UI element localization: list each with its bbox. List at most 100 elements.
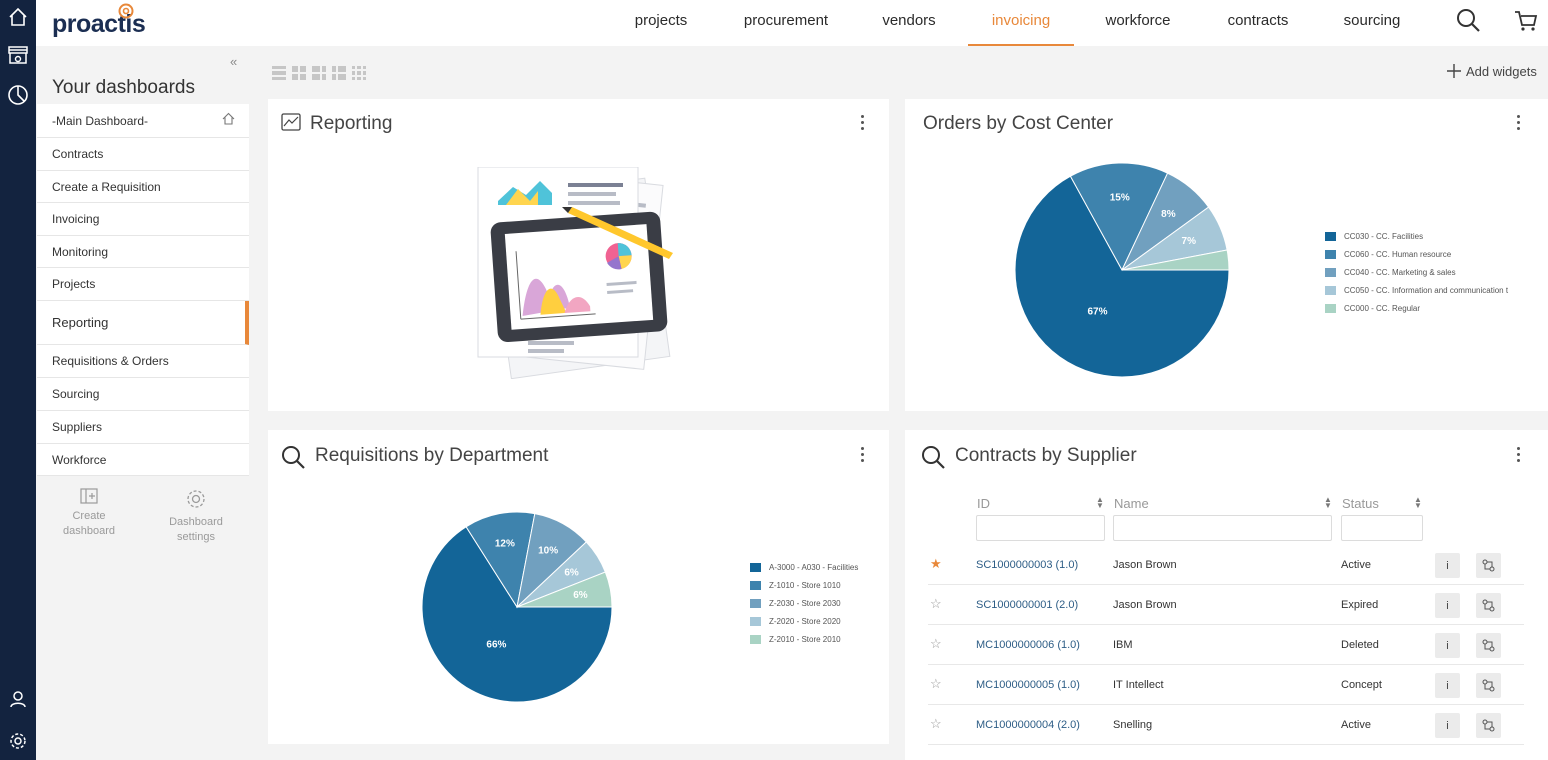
layout-wide-right-icon[interactable] xyxy=(332,66,346,80)
sidebar-item-label: Contracts xyxy=(52,147,104,161)
table-row[interactable]: ☆ MC1000000006 (1.0) IBM Deleted i xyxy=(928,625,1524,665)
workflow-button[interactable] xyxy=(1476,713,1501,738)
cart-icon[interactable] xyxy=(1513,8,1539,34)
nav-invoicing[interactable]: invoicing xyxy=(976,0,1066,46)
contract-id-link[interactable]: MC1000000005 (1.0) xyxy=(976,679,1080,691)
legend-item[interactable]: CC060 - CC. Human resource xyxy=(1325,245,1508,263)
legend-item[interactable]: CC050 - CC. Information and communicatio… xyxy=(1325,281,1508,299)
workflow-button[interactable] xyxy=(1476,593,1501,618)
contract-id-link[interactable]: SC1000000001 (2.0) xyxy=(976,599,1078,611)
legend-swatch xyxy=(750,616,761,626)
legend-item[interactable]: CC000 - CC. Regular xyxy=(1325,299,1508,317)
workflow-button[interactable] xyxy=(1476,673,1501,698)
kebab-menu-icon[interactable] xyxy=(861,447,865,465)
info-button[interactable]: i xyxy=(1435,713,1460,738)
kebab-menu-icon[interactable] xyxy=(861,115,865,133)
legend-item[interactable]: Z-1010 - Store 1010 xyxy=(750,576,858,594)
sidebar-item-invoicing[interactable]: Invoicing xyxy=(37,203,249,236)
column-header-id[interactable]: ID xyxy=(977,496,990,511)
table-row[interactable]: ★ SC1000000003 (1.0) Jason Brown Active … xyxy=(928,545,1524,585)
sidebar-item-contracts[interactable]: Contracts xyxy=(37,138,249,171)
sort-name-icon[interactable]: ▲ ▼ xyxy=(1324,496,1332,510)
legend-item[interactable]: Z-2010 - Store 2010 xyxy=(750,630,858,648)
filter-status-input[interactable] xyxy=(1341,515,1423,541)
nav-sourcing[interactable]: sourcing xyxy=(1332,0,1412,46)
sidebar-item-create-requisition[interactable]: Create a Requisition xyxy=(37,171,249,203)
legend-item[interactable]: CC040 - CC. Marketing & sales xyxy=(1325,263,1508,281)
contract-id-link[interactable]: SC1000000003 (1.0) xyxy=(976,559,1078,571)
workflow-icon xyxy=(1482,599,1495,612)
sort-id-icon[interactable]: ▲ ▼ xyxy=(1096,496,1104,510)
favorite-star-icon[interactable]: ★ xyxy=(930,557,942,570)
legend-item[interactable]: Z-2030 - Store 2030 xyxy=(750,594,858,612)
sidebar-item-label: Create a Requisition xyxy=(52,179,161,194)
user-icon[interactable] xyxy=(5,686,31,712)
pie-chart-icon[interactable] xyxy=(5,82,31,108)
layout-wide-left-icon[interactable] xyxy=(312,66,326,80)
nav-vendors[interactable]: vendors xyxy=(872,0,946,46)
sidebar-item-sourcing[interactable]: Sourcing xyxy=(37,378,249,411)
workflow-icon xyxy=(1482,679,1495,692)
legend-item[interactable]: CC030 - CC. Facilities xyxy=(1325,227,1508,245)
sidebar-item-suppliers[interactable]: Suppliers xyxy=(37,411,249,444)
sidebar-item-reporting[interactable]: Reporting xyxy=(37,301,249,345)
favorite-star-icon[interactable]: ☆ xyxy=(930,677,942,690)
sidebar-item-requisitions-orders[interactable]: Requisitions & Orders xyxy=(37,345,249,378)
sidebar-item-monitoring[interactable]: Monitoring xyxy=(37,236,249,268)
legend-item[interactable]: Z-2020 - Store 2020 xyxy=(750,612,858,630)
pie-data-label: 15% xyxy=(1110,192,1130,203)
orders-by-cost-center-widget: Orders by Cost Center 67% 15% 8% 7% CC030 -… xyxy=(905,99,1548,411)
filter-id-input[interactable] xyxy=(976,515,1105,541)
table-row[interactable]: ☆ SC1000000001 (2.0) Jason Brown Expired… xyxy=(928,585,1524,625)
table-row[interactable]: ☆ MC1000000004 (2.0) Snelling Active i xyxy=(928,705,1524,745)
layout-grid-3-icon[interactable] xyxy=(352,66,366,80)
storefront-icon[interactable] xyxy=(5,42,31,68)
nav-workforce[interactable]: workforce xyxy=(1098,0,1178,46)
favorite-star-icon[interactable]: ☆ xyxy=(930,637,942,650)
workflow-button[interactable] xyxy=(1476,553,1501,578)
app-rail xyxy=(0,0,36,760)
nav-procurement[interactable]: procurement xyxy=(736,0,836,46)
widget-title: Reporting xyxy=(310,113,393,134)
widget-title: Contracts by Supplier xyxy=(955,445,1137,466)
info-button[interactable]: i xyxy=(1435,553,1460,578)
legend-swatch xyxy=(1325,267,1336,277)
legend-label: Z-1010 - Store 1010 xyxy=(769,580,841,590)
layout-list-icon[interactable] xyxy=(272,66,286,80)
contract-id-link[interactable]: MC1000000004 (2.0) xyxy=(976,719,1080,731)
workflow-button[interactable] xyxy=(1476,633,1501,658)
sidebar-item-label: Monitoring xyxy=(52,244,109,259)
sidebar-item-workforce[interactable]: Workforce xyxy=(37,444,249,476)
contract-status: Expired xyxy=(1341,599,1379,611)
dashboard-settings-button[interactable]: Dashboard settings xyxy=(160,488,232,545)
pie-data-label: 7% xyxy=(1182,236,1197,247)
collapse-sidebar-icon[interactable]: « xyxy=(230,54,237,69)
kebab-menu-icon[interactable] xyxy=(1517,447,1521,465)
favorite-star-icon[interactable]: ☆ xyxy=(930,597,942,610)
legend-item[interactable]: A-3000 - A030 - Facilities xyxy=(750,558,858,576)
sidebar-item-main-dashboard[interactable]: -Main Dashboard- xyxy=(37,104,249,138)
filter-name-input[interactable] xyxy=(1113,515,1332,541)
info-button[interactable]: i xyxy=(1435,633,1460,658)
pie-data-label: 67% xyxy=(1087,306,1107,317)
home-icon[interactable] xyxy=(5,4,31,30)
column-header-name[interactable]: Name xyxy=(1114,496,1149,511)
info-button[interactable]: i xyxy=(1435,673,1460,698)
table-row[interactable]: ☆ MC1000000005 (1.0) IT Intellect Concep… xyxy=(928,665,1524,705)
add-widgets-button[interactable]: Add widgets xyxy=(1446,63,1537,79)
favorite-star-icon[interactable]: ☆ xyxy=(930,717,942,730)
search-icon[interactable] xyxy=(1456,8,1482,34)
sort-status-icon[interactable]: ▲ ▼ xyxy=(1414,496,1422,510)
nav-projects[interactable]: projects xyxy=(622,0,700,46)
nav-contracts[interactable]: contracts xyxy=(1216,0,1300,46)
sidebar-item-label: Reporting xyxy=(52,315,109,330)
contract-id-link[interactable]: MC1000000006 (1.0) xyxy=(976,639,1080,651)
gear-icon[interactable] xyxy=(5,728,31,754)
kebab-menu-icon[interactable] xyxy=(1517,115,1521,133)
sidebar-item-projects[interactable]: Projects xyxy=(37,268,249,301)
layout-grid-2-icon[interactable] xyxy=(292,66,306,80)
create-dashboard-button[interactable]: Create dashboard xyxy=(56,488,122,539)
column-header-status[interactable]: Status xyxy=(1342,496,1379,511)
info-button[interactable]: i xyxy=(1435,593,1460,618)
legend-swatch xyxy=(1325,231,1336,241)
